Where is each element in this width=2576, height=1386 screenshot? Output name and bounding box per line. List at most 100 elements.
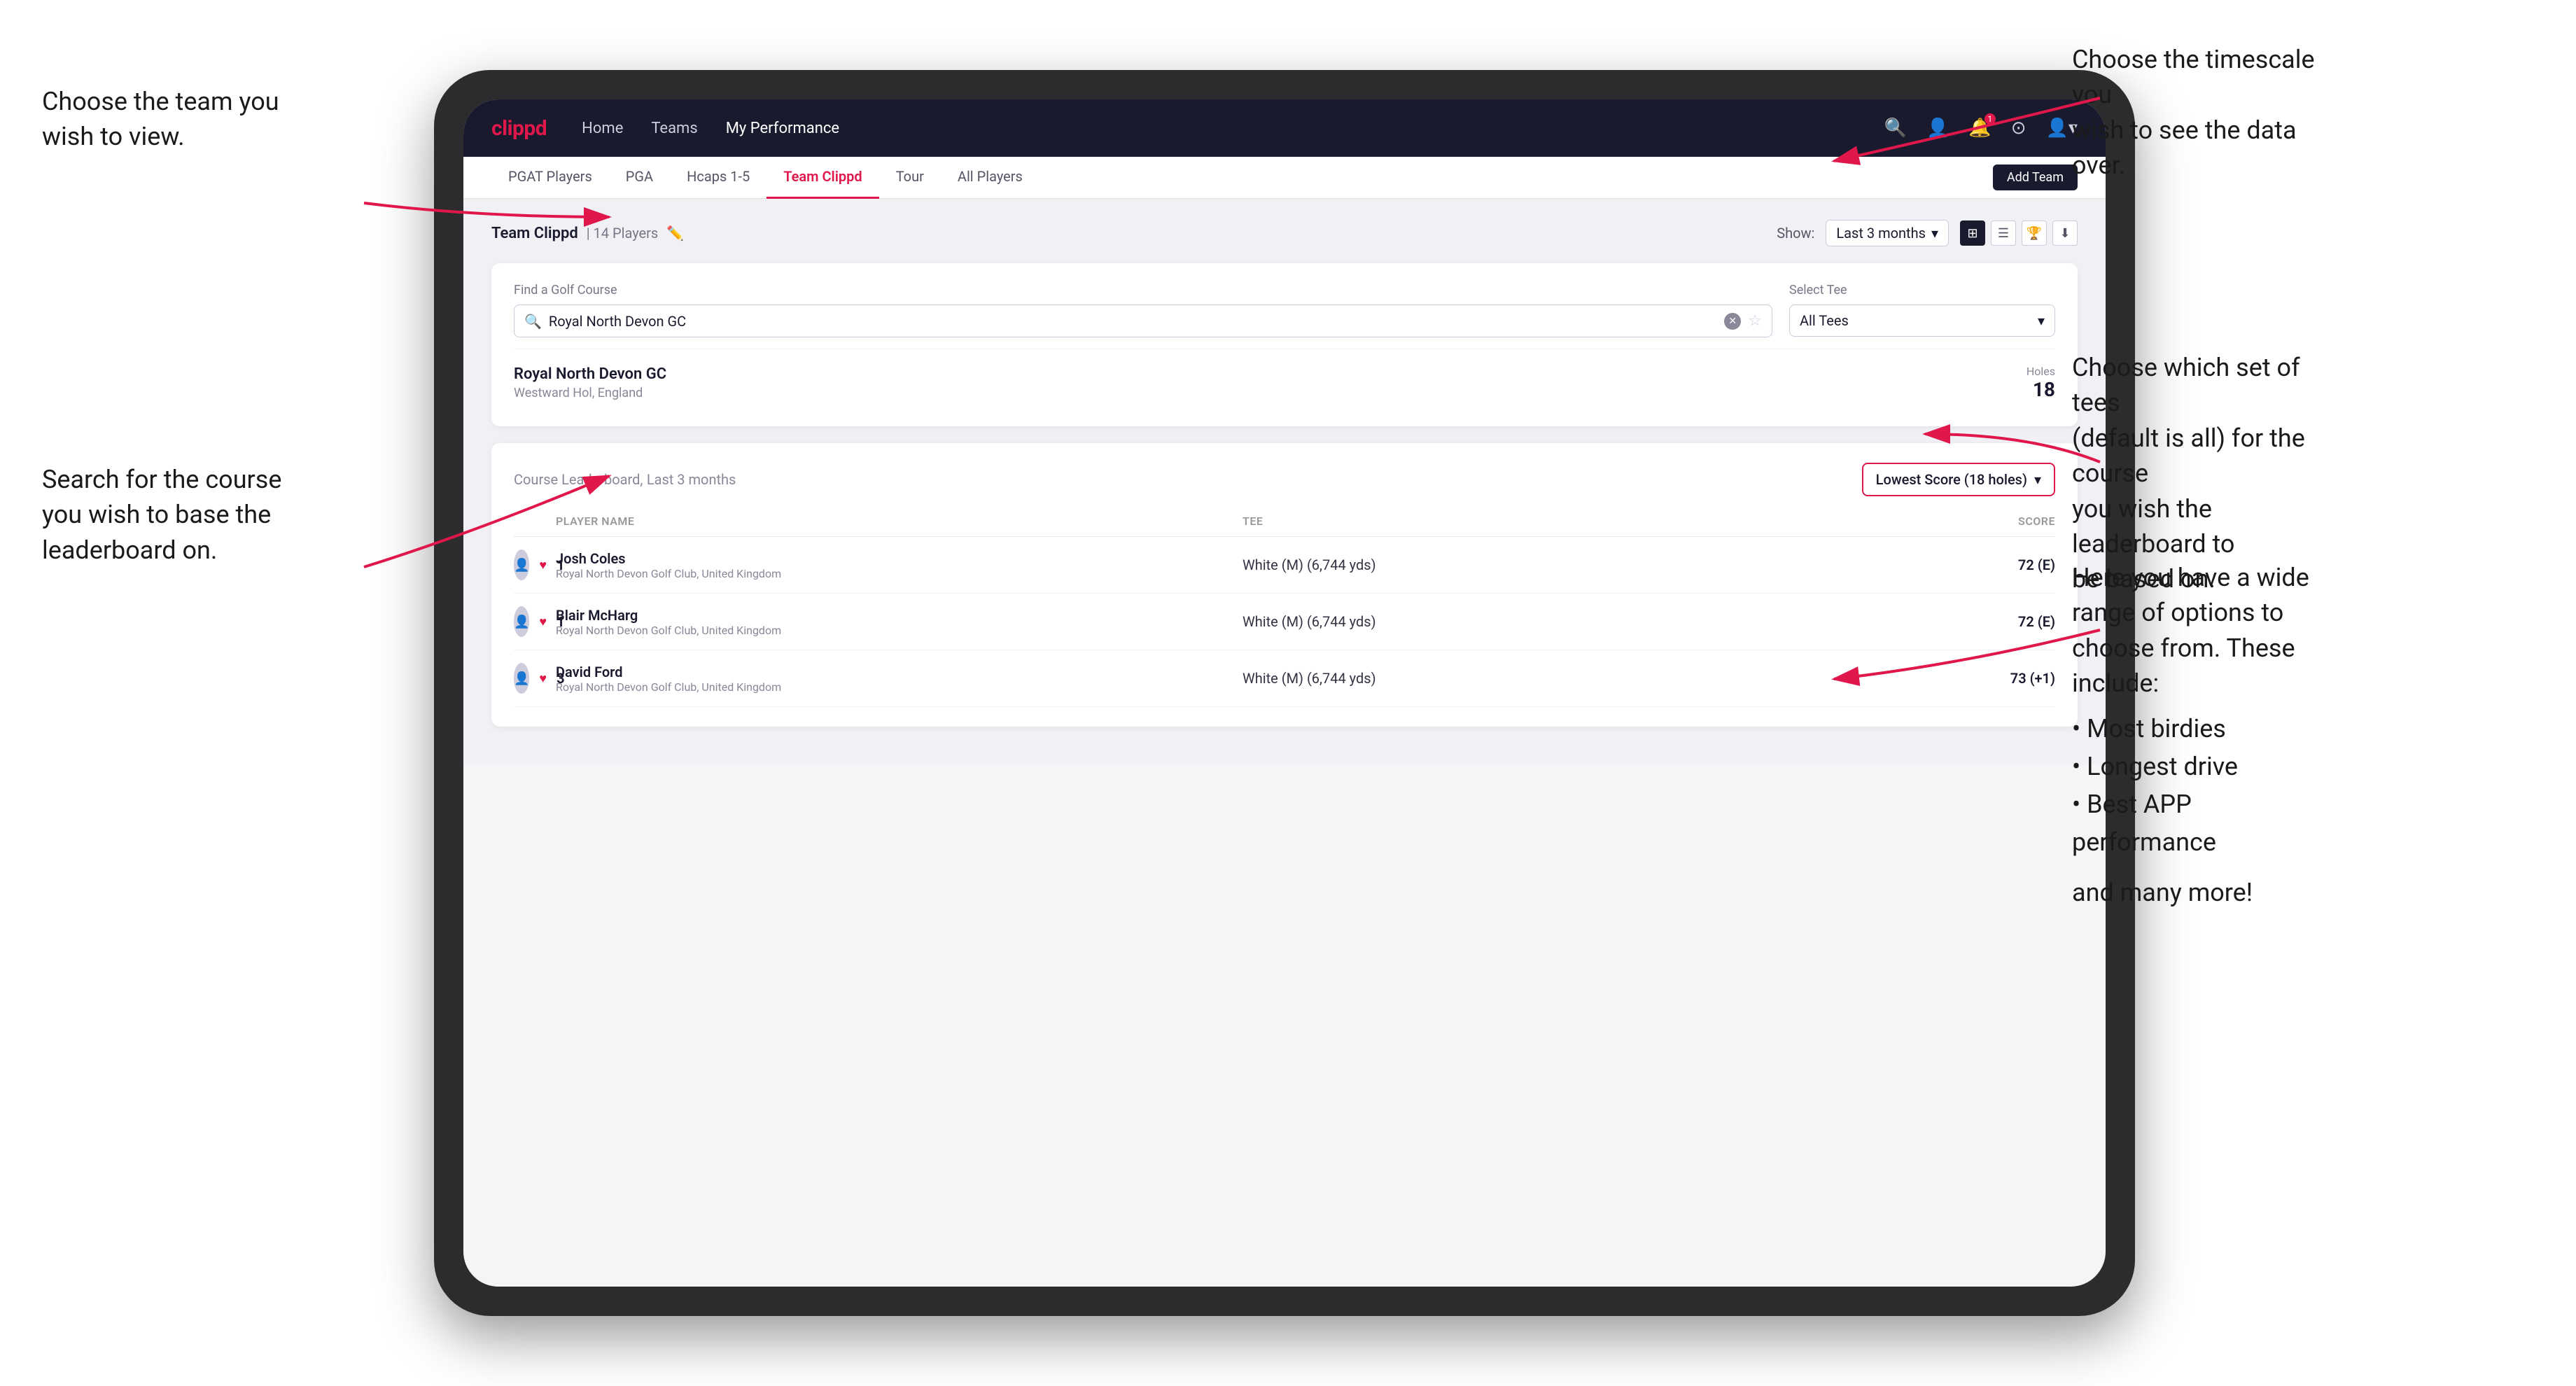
- course-name: Royal North Devon GC: [514, 365, 666, 383]
- view-icons: ⊞ ☰ 🏆 ⬇: [1960, 220, 2078, 246]
- find-course-label: Find a Golf Course: [514, 283, 1772, 298]
- sub-nav-pgat[interactable]: PGAT Players: [491, 157, 609, 199]
- main-content: Team Clippd | 14 Players ✏️ Show: Last 3…: [463, 199, 2106, 764]
- player-avatar-3: 👤: [514, 663, 529, 694]
- holes-badge: Holes 18: [2026, 365, 2055, 401]
- player-score-1: 72 (E): [1929, 556, 2055, 573]
- course-result: Royal North Devon GC Westward Hol, Engla…: [514, 349, 2055, 407]
- holes-label: Holes: [2026, 365, 2055, 378]
- annotation-bot-right: Here you have a wide range of options to…: [2072, 560, 2338, 910]
- annotation-top-left: Choose the team you wish to view.: [42, 84, 279, 155]
- search-icon[interactable]: 🔍: [1884, 118, 1907, 139]
- course-info: Royal North Devon GC Westward Hol, Engla…: [514, 365, 666, 400]
- leaderboard-card: Course Leaderboard, Last 3 months Lowest…: [491, 443, 2078, 727]
- trophy-view-button[interactable]: 🏆: [2022, 220, 2047, 246]
- tablet-screen: clippd Home Teams My Performance 🔍 👤 🔔1 …: [463, 99, 2106, 1287]
- nav-my-performance[interactable]: My Performance: [726, 120, 839, 137]
- sub-nav-tour[interactable]: Tour: [879, 157, 941, 199]
- table-row: 👤 ♥ 3 David Ford Royal North Devon Golf …: [514, 650, 2055, 707]
- nav-home[interactable]: Home: [582, 120, 623, 137]
- course-search-text: Royal North Devon GC: [549, 313, 1717, 330]
- sub-nav-hcaps[interactable]: Hcaps 1-5: [670, 157, 766, 199]
- leaderboard-table: PLAYER NAME TEE SCORE 👤 ♥ 1 Josh Coles: [514, 509, 2055, 707]
- tee-select-dropdown[interactable]: All Tees ▾: [1789, 304, 2055, 337]
- player-name-1: Josh Coles: [556, 550, 1242, 567]
- course-search-input[interactable]: 🔍 Royal North Devon GC ✕ ☆: [514, 304, 1772, 337]
- option-drive: Longest drive: [2072, 748, 2338, 785]
- player-rank-3: 👤 ♥ 3: [514, 663, 556, 694]
- player-name-col-3: David Ford Royal North Devon Golf Club, …: [556, 664, 1242, 694]
- player-club-1: Royal North Devon Golf Club, United King…: [556, 567, 1242, 580]
- annotation-top-right: Choose the timescale you wish to see the…: [2072, 42, 2338, 183]
- player-name-3: David Ford: [556, 664, 1242, 680]
- nav-bar: clippd Home Teams My Performance 🔍 👤 🔔1 …: [463, 99, 2106, 157]
- bell-icon[interactable]: 🔔1: [1968, 118, 1991, 139]
- nav-teams[interactable]: Teams: [651, 120, 697, 137]
- sub-nav-all-players[interactable]: All Players: [941, 157, 1040, 199]
- table-row: 👤 ♥ 1 Josh Coles Royal North Devon Golf …: [514, 537, 2055, 594]
- sub-nav-pga[interactable]: PGA: [609, 157, 670, 199]
- team-title-group: Team Clippd | 14 Players ✏️: [491, 225, 684, 242]
- player-avatar-2: 👤: [514, 606, 529, 637]
- profile-icon[interactable]: 👤: [1926, 118, 1949, 139]
- sub-nav: PGAT Players PGA Hcaps 1-5 Team Clippd T…: [463, 157, 2106, 199]
- col-header-blank: [514, 514, 556, 528]
- player-tee-3: White (M) (6,744 yds): [1242, 670, 1929, 687]
- holes-count: 18: [2026, 378, 2055, 401]
- annotation-mid-left: Search for the course you wish to base t…: [42, 462, 281, 568]
- options-list: Most birdies Longest drive Best APP perf…: [2072, 710, 2338, 861]
- player-club-3: Royal North Devon Golf Club, United King…: [556, 680, 1242, 694]
- search-magnifier-icon: 🔍: [524, 313, 542, 330]
- leaderboard-title: Course Leaderboard, Last 3 months: [514, 471, 736, 489]
- col-header-tee: TEE: [1242, 514, 1929, 528]
- show-label: Show:: [1777, 225, 1814, 241]
- list-view-button[interactable]: ☰: [1991, 220, 2016, 246]
- player-tee-2: White (M) (6,744 yds): [1242, 613, 1929, 630]
- option-birdies: Most birdies: [2072, 710, 2338, 748]
- search-star-icon[interactable]: ☆: [1748, 312, 1762, 330]
- team-header: Team Clippd | 14 Players ✏️ Show: Last 3…: [491, 220, 2078, 246]
- option-app: Best APP performance: [2072, 785, 2338, 861]
- course-search-card: Find a Golf Course 🔍 Royal North Devon G…: [491, 263, 2078, 426]
- player-rank-2: 👤 ♥ 1: [514, 606, 556, 637]
- player-rank-1: 👤 ♥ 1: [514, 550, 556, 580]
- grid-view-button[interactable]: ⊞: [1960, 220, 1985, 246]
- edit-icon[interactable]: ✏️: [666, 225, 684, 241]
- find-course-col: Find a Golf Course 🔍 Royal North Devon G…: [514, 283, 1772, 337]
- download-button[interactable]: ⬇: [2052, 220, 2078, 246]
- tablet-frame: clippd Home Teams My Performance 🔍 👤 🔔1 …: [434, 70, 2135, 1316]
- tee-select-col: Select Tee All Tees ▾: [1789, 283, 2055, 337]
- player-heart-2[interactable]: ♥: [539, 615, 547, 629]
- nav-links: Home Teams My Performance: [582, 120, 839, 137]
- player-club-2: Royal North Devon Golf Club, United King…: [556, 624, 1242, 637]
- team-count: | 14 Players: [587, 225, 659, 241]
- and-more-text: and many more!: [2072, 875, 2338, 910]
- player-heart-3[interactable]: ♥: [539, 671, 547, 686]
- show-dropdown[interactable]: Last 3 months ▾: [1826, 220, 1949, 246]
- player-score-3: 73 (+1): [1929, 670, 2055, 687]
- col-header-score: SCORE: [1929, 514, 2055, 528]
- leaderboard-header: Course Leaderboard, Last 3 months Lowest…: [514, 463, 2055, 496]
- player-tee-1: White (M) (6,744 yds): [1242, 556, 1929, 573]
- table-header: PLAYER NAME TEE SCORE: [514, 509, 2055, 537]
- table-row: 👤 ♥ 1 Blair McHarg Royal North Devon Gol…: [514, 594, 2055, 650]
- sub-nav-team-clippd[interactable]: Team Clippd: [766, 157, 878, 199]
- player-avatar-1: 👤: [514, 550, 529, 580]
- logo: clippd: [491, 116, 547, 141]
- score-filter-dropdown[interactable]: Lowest Score (18 holes) ▾: [1862, 463, 2055, 496]
- search-clear-button[interactable]: ✕: [1724, 313, 1741, 330]
- player-name-2: Blair McHarg: [556, 607, 1242, 624]
- player-score-2: 72 (E): [1929, 613, 2055, 630]
- settings-icon[interactable]: ⊙: [2011, 118, 2026, 139]
- player-heart-1[interactable]: ♥: [539, 558, 547, 573]
- team-controls: Show: Last 3 months ▾ ⊞ ☰ 🏆 ⬇: [1777, 220, 2078, 246]
- tee-select-label: Select Tee: [1789, 283, 2055, 298]
- nav-icons: 🔍 👤 🔔1 ⊙ 👤▾: [1884, 118, 2078, 139]
- search-section: Find a Golf Course 🔍 Royal North Devon G…: [514, 283, 2055, 337]
- player-name-col-1: Josh Coles Royal North Devon Golf Club, …: [556, 550, 1242, 580]
- add-team-button[interactable]: Add Team: [1993, 164, 2078, 190]
- player-name-col-2: Blair McHarg Royal North Devon Golf Club…: [556, 607, 1242, 637]
- course-location: Westward Hol, England: [514, 386, 666, 400]
- col-header-player: PLAYER NAME: [556, 514, 1242, 528]
- team-name: Team Clippd: [491, 225, 578, 242]
